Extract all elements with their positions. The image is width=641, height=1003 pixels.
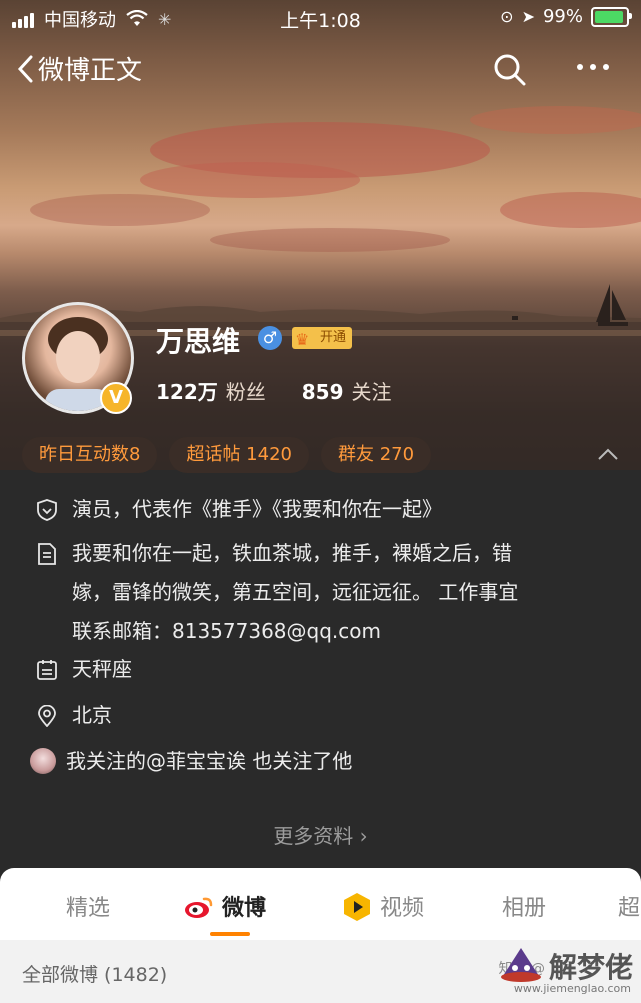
- back-button[interactable]: 微博正文: [16, 50, 142, 87]
- wizard-hat-logo-icon: [500, 948, 541, 982]
- all-weibo-filter[interactable]: 全部微博 (1482): [22, 960, 167, 987]
- fans-count: 122万: [156, 380, 218, 404]
- status-right: ⊙ ➤ 99%: [500, 6, 632, 27]
- profile-pills: 昨日互动数8 超话帖 1420 群友 270: [22, 437, 432, 473]
- battery-percent: 99%: [542, 6, 583, 27]
- watermark-url: www.jiemenglao.com: [513, 982, 631, 995]
- mutual-follow-text: 我关注的@菲宝宝诶 也关注了他: [66, 749, 353, 773]
- friend-avatar: [30, 748, 56, 774]
- pill-interactions[interactable]: 昨日互动数8: [22, 437, 158, 473]
- mutual-follow-row[interactable]: 我关注的@菲宝宝诶 也关注了他: [30, 742, 352, 781]
- following-count: 859: [301, 380, 344, 404]
- tab-album[interactable]: 相册: [502, 890, 546, 922]
- calendar-icon: [37, 660, 57, 680]
- tab-weibo[interactable]: 微博: [184, 890, 266, 922]
- location-icon: ➤: [521, 7, 535, 26]
- following-stat[interactable]: 859 关注: [302, 376, 392, 405]
- video-play-icon: [344, 893, 370, 921]
- zodiac-row: 天秤座: [36, 650, 132, 689]
- vip-badge[interactable]: ♛ 开通: [292, 327, 353, 349]
- bio-text: 演员，代表作《推手》《我要和你在一起》: [72, 497, 442, 521]
- more-options-icon[interactable]: [577, 64, 609, 70]
- zodiac-text: 天秤座: [72, 657, 132, 681]
- fans-label: 粉丝: [225, 380, 266, 404]
- description-line-1: 我要和你在一起，铁血茶城，推手，裸婚之后，错: [72, 541, 512, 565]
- tab-super[interactable]: 超: [618, 890, 640, 922]
- status-bar: 中国移动 ✳ 上午1:08 ⊙ ➤ 99%: [0, 0, 641, 36]
- description-line-2: 嫁，雷锋的微笑，第五空间，远征远征。 工作事宜: [72, 580, 519, 604]
- document-icon: [38, 543, 56, 565]
- active-tab-indicator: [210, 932, 250, 936]
- tab-weibo-label: 微博: [222, 896, 267, 921]
- crown-icon: ♛: [295, 330, 310, 349]
- description-row: 我要和你在一起，铁血茶城，推手，裸婚之后，错 嫁，雷锋的微笑，第五空间，远征远征…: [36, 534, 632, 651]
- male-gender-icon: ♂: [258, 326, 282, 350]
- tab-featured[interactable]: 精选: [66, 890, 110, 922]
- nav-bar: 微博正文: [0, 50, 641, 94]
- location-row: 北京: [36, 696, 112, 735]
- battery-icon: [591, 6, 632, 27]
- content-tabs: 精选 微博 视频 相册 超: [0, 868, 641, 940]
- search-icon: [494, 54, 526, 86]
- nav-title: 微博正文: [38, 56, 143, 86]
- tab-video[interactable]: 视频: [342, 890, 424, 922]
- fans-stat[interactable]: 122万 粉丝: [156, 376, 266, 405]
- location-pin-icon: [38, 705, 56, 727]
- watermark-brand: 解梦佬: [548, 951, 633, 984]
- weibo-filter-bar: 全部微博 (1482) 知乎 @ 解梦佬 www.jiemenglao.com: [0, 940, 641, 1003]
- verified-badge-icon: V: [100, 382, 132, 414]
- orientation-lock-icon: ⊙: [500, 7, 514, 26]
- tab-video-label: 视频: [380, 896, 425, 921]
- shield-icon: [37, 499, 57, 521]
- pill-group[interactable]: 群友 270: [320, 437, 432, 473]
- location-text: 北京: [72, 703, 112, 727]
- watermark: 解梦佬: [499, 946, 633, 986]
- profile-name: 万思维: [156, 325, 241, 358]
- profile-stats: 122万 粉丝 859 关注: [156, 376, 392, 405]
- chevron-up-icon[interactable]: [597, 446, 619, 465]
- bio-row: 演员，代表作《推手》《我要和你在一起》: [36, 490, 442, 529]
- chevron-left-icon: [17, 55, 33, 82]
- description-line-3: 联系邮箱：813577368@qq.com: [72, 619, 381, 643]
- pill-supertopic[interactable]: 超话帖 1420: [169, 437, 309, 473]
- more-info-link[interactable]: 更多资料 ›: [0, 820, 641, 849]
- search-button[interactable]: [493, 53, 527, 91]
- vip-badge-label: 开通: [320, 330, 347, 345]
- weibo-logo-icon: [185, 897, 213, 918]
- following-label: 关注: [351, 380, 392, 404]
